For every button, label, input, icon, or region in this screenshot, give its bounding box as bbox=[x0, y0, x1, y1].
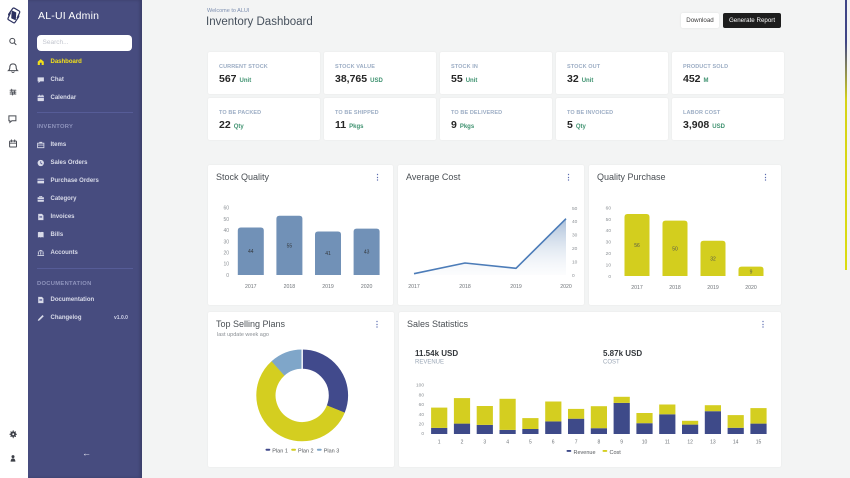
svg-text:11.54k USD: 11.54k USD bbox=[415, 349, 458, 358]
svg-text:20: 20 bbox=[223, 250, 229, 256]
svg-text:3: 3 bbox=[483, 440, 486, 446]
svg-text:2020: 2020 bbox=[560, 284, 572, 290]
svg-text:60: 60 bbox=[223, 206, 229, 212]
svg-text:0: 0 bbox=[572, 273, 575, 279]
svg-text:15: 15 bbox=[756, 440, 762, 446]
svg-text:30: 30 bbox=[606, 240, 612, 246]
svg-text:30: 30 bbox=[572, 233, 578, 239]
svg-text:2: 2 bbox=[461, 440, 464, 446]
svg-text:50: 50 bbox=[672, 246, 678, 252]
svg-text:2017: 2017 bbox=[408, 284, 420, 290]
svg-text:10: 10 bbox=[606, 262, 612, 268]
svg-text:43: 43 bbox=[364, 250, 370, 256]
svg-text:40: 40 bbox=[606, 228, 612, 234]
svg-text:50: 50 bbox=[606, 217, 612, 223]
svg-text:20: 20 bbox=[572, 246, 578, 252]
svg-text:2020: 2020 bbox=[361, 284, 373, 290]
svg-text:12: 12 bbox=[687, 440, 693, 446]
svg-text:10: 10 bbox=[642, 440, 648, 446]
svg-text:50: 50 bbox=[572, 206, 578, 212]
svg-text:55: 55 bbox=[287, 243, 293, 249]
svg-text:20: 20 bbox=[419, 422, 425, 428]
svg-text:20: 20 bbox=[606, 251, 612, 257]
svg-text:0: 0 bbox=[608, 274, 611, 280]
svg-text:Revenue: Revenue bbox=[574, 450, 596, 456]
svg-text:5.87k USD: 5.87k USD bbox=[603, 349, 642, 358]
svg-text:0: 0 bbox=[421, 431, 424, 437]
svg-text:2017: 2017 bbox=[631, 285, 643, 291]
svg-text:0: 0 bbox=[226, 273, 229, 279]
svg-text:10: 10 bbox=[572, 259, 578, 265]
svg-text:41: 41 bbox=[325, 251, 331, 257]
svg-text:2018: 2018 bbox=[459, 284, 471, 290]
svg-text:2018: 2018 bbox=[284, 284, 296, 290]
svg-text:32: 32 bbox=[710, 256, 716, 262]
svg-text:60: 60 bbox=[606, 205, 612, 211]
svg-text:13: 13 bbox=[710, 440, 716, 446]
svg-text:2019: 2019 bbox=[707, 285, 719, 291]
svg-text:Plan 3: Plan 3 bbox=[324, 449, 340, 455]
svg-text:5: 5 bbox=[529, 440, 532, 446]
svg-text:Plan 1: Plan 1 bbox=[272, 449, 288, 455]
svg-text:Plan 2: Plan 2 bbox=[298, 449, 314, 455]
svg-text:1: 1 bbox=[438, 440, 441, 446]
svg-text:9: 9 bbox=[620, 440, 623, 446]
svg-text:2019: 2019 bbox=[322, 284, 334, 290]
svg-text:14: 14 bbox=[733, 440, 739, 446]
svg-text:40: 40 bbox=[419, 412, 425, 418]
svg-text:30: 30 bbox=[223, 239, 229, 245]
svg-text:40: 40 bbox=[223, 228, 229, 234]
svg-text:60: 60 bbox=[419, 402, 425, 408]
svg-text:6: 6 bbox=[552, 440, 555, 446]
svg-text:REVENUE: REVENUE bbox=[415, 359, 444, 365]
svg-text:Cost: Cost bbox=[610, 450, 622, 456]
svg-text:2017: 2017 bbox=[245, 284, 257, 290]
svg-text:40: 40 bbox=[572, 219, 578, 225]
svg-text:100: 100 bbox=[416, 383, 424, 389]
svg-text:56: 56 bbox=[634, 243, 640, 249]
svg-text:9: 9 bbox=[750, 269, 753, 275]
svg-text:2018: 2018 bbox=[669, 285, 681, 291]
svg-text:80: 80 bbox=[419, 392, 425, 398]
svg-text:11: 11 bbox=[665, 440, 670, 446]
svg-text:7: 7 bbox=[575, 440, 578, 446]
svg-text:50: 50 bbox=[223, 217, 229, 223]
svg-text:4: 4 bbox=[506, 440, 509, 446]
svg-text:2020: 2020 bbox=[745, 285, 757, 291]
svg-text:2019: 2019 bbox=[510, 284, 522, 290]
svg-text:10: 10 bbox=[223, 262, 229, 268]
svg-text:44: 44 bbox=[248, 249, 254, 255]
svg-text:8: 8 bbox=[598, 440, 601, 446]
svg-text:COST: COST bbox=[603, 359, 620, 365]
